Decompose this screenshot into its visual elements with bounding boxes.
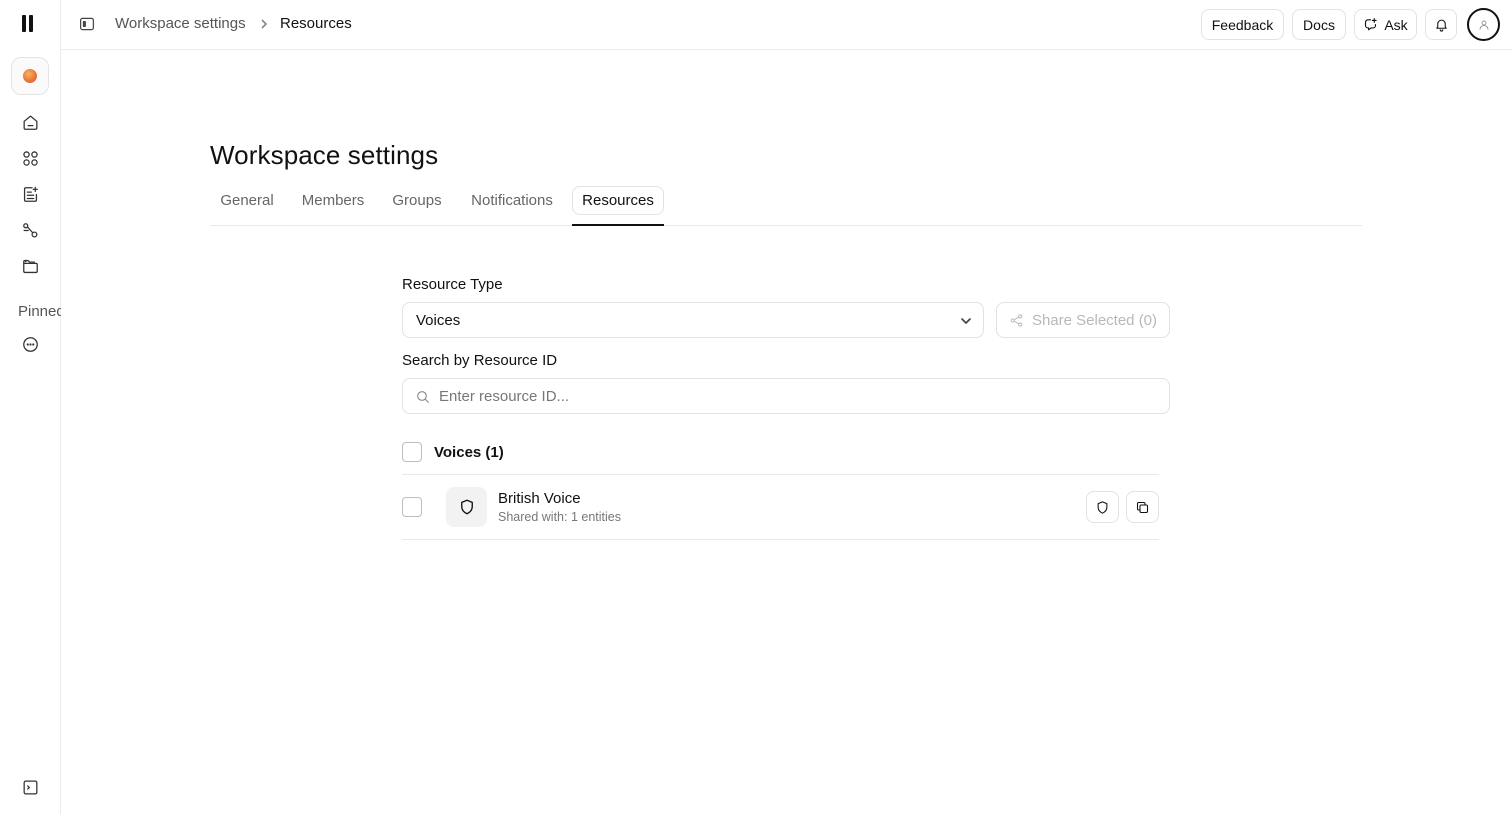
search-label: Search by Resource ID	[402, 352, 558, 369]
notifications-button[interactable]	[1425, 9, 1457, 40]
row-checkbox[interactable]	[402, 497, 422, 517]
breadcrumb-workspace-settings[interactable]: Workspace settings	[115, 15, 246, 32]
left-rail: Pinned	[0, 0, 61, 814]
feedback-button[interactable]: Feedback	[1201, 9, 1284, 40]
tab-notifications[interactable]: Notifications	[461, 186, 563, 215]
user-icon	[1479, 20, 1488, 30]
ask-label: Ask	[1384, 16, 1408, 33]
tab-resources[interactable]: Resources	[572, 186, 664, 215]
share-selected-label: Share Selected (0)	[1031, 311, 1158, 329]
divider	[402, 539, 1159, 540]
chevron-right-icon	[258, 16, 270, 32]
copy-id-button[interactable]	[1126, 491, 1159, 523]
docs-label: Docs	[1303, 16, 1335, 33]
page-title: Workspace settings	[210, 140, 439, 170]
share-selected-button[interactable]: Share Selected (0)	[996, 302, 1170, 338]
select-all-checkbox[interactable]	[402, 442, 422, 462]
top-bar: Workspace settings Resources Feedback Do…	[61, 0, 1512, 50]
terminal-icon[interactable]	[19, 776, 41, 798]
chevron-down-icon	[959, 314, 973, 328]
resource-icon	[446, 487, 487, 527]
feedback-label: Feedback	[1211, 16, 1274, 33]
breadcrumb-resources: Resources	[280, 15, 352, 32]
resource-type-value: Voices	[416, 312, 461, 329]
apps-icon[interactable]	[19, 147, 41, 169]
workspace-logo-icon	[23, 69, 37, 83]
active-tab-indicator	[572, 224, 664, 226]
search-icon	[415, 389, 431, 405]
copy-icon	[1136, 501, 1149, 513]
tab-general[interactable]: General	[211, 186, 283, 215]
search-field	[402, 378, 1170, 414]
chat-plus-icon	[1365, 18, 1378, 31]
user-avatar[interactable]	[1467, 8, 1500, 41]
resource-type-label: Resource Type	[402, 276, 503, 293]
resource-shared-with: Shared with: 1 entities	[498, 510, 621, 524]
divider	[402, 474, 1159, 475]
permissions-button[interactable]	[1086, 491, 1119, 523]
sidebar-toggle-icon[interactable]	[78, 15, 96, 33]
folder-icon[interactable]	[19, 255, 41, 277]
settings-tabs: General Members Groups Notifications Res…	[210, 186, 1362, 226]
share-icon	[1010, 313, 1023, 327]
bell-icon	[1435, 19, 1447, 32]
tab-groups[interactable]: Groups	[384, 186, 450, 215]
tab-members[interactable]: Members	[294, 186, 372, 215]
more-icon[interactable]	[19, 333, 41, 355]
shield-icon	[460, 499, 473, 515]
resource-name: British Voice	[498, 490, 581, 507]
docs-button[interactable]: Docs	[1292, 9, 1346, 40]
logo-icon[interactable]	[22, 15, 38, 33]
pinned-label: Pinned	[18, 303, 61, 320]
shield-icon	[1097, 500, 1108, 514]
home-icon[interactable]	[19, 111, 41, 133]
search-input[interactable]	[439, 379, 1159, 413]
ask-button[interactable]: Ask	[1354, 9, 1417, 40]
flows-icon[interactable]	[19, 219, 41, 241]
notes-icon[interactable]	[19, 183, 41, 205]
resource-type-select[interactable]: Voices	[402, 302, 984, 338]
workspace-avatar[interactable]	[11, 57, 49, 95]
resource-group-title: Voices (1)	[434, 444, 504, 461]
